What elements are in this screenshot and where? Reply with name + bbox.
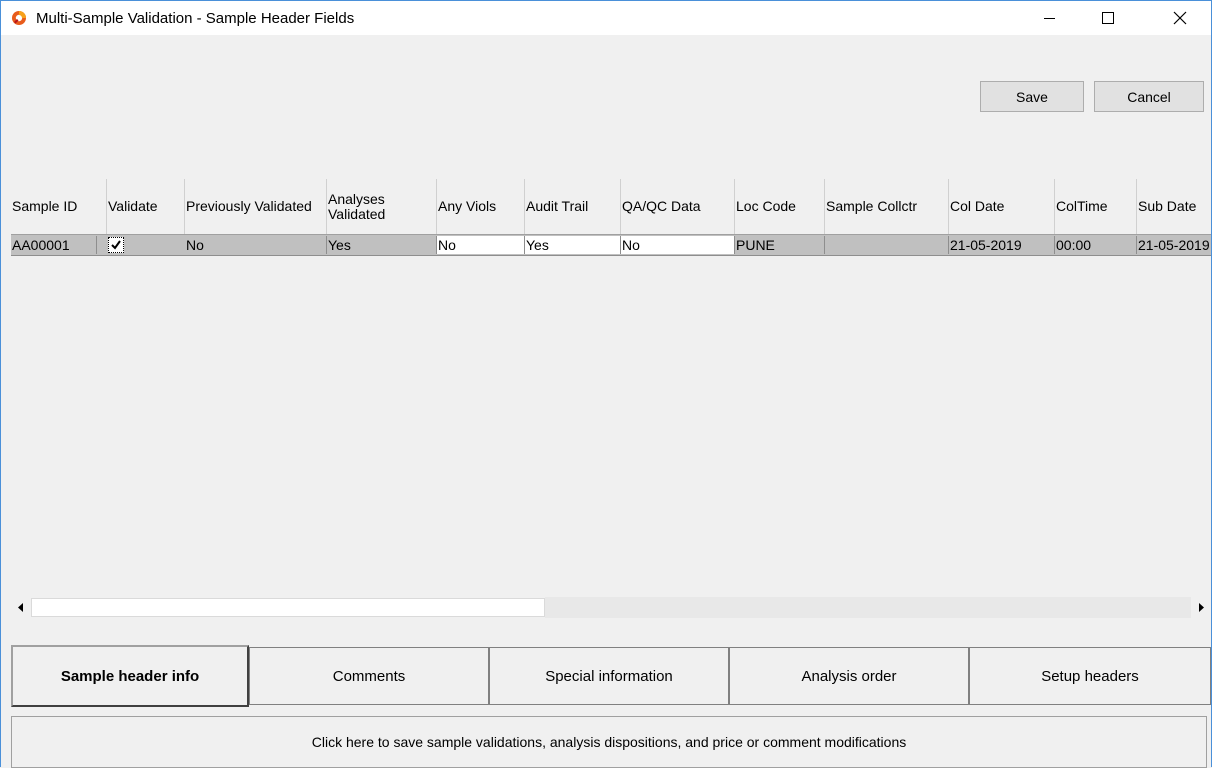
column-header-previously-validated[interactable]: Previously Validated bbox=[185, 179, 327, 234]
tab-special-information[interactable]: Special information bbox=[489, 647, 729, 705]
cell-analyses-validated[interactable]: Yes bbox=[327, 236, 437, 254]
scrollbar-thumb[interactable] bbox=[31, 598, 545, 617]
scroll-left-button[interactable] bbox=[11, 597, 31, 618]
column-header-qaqc-data[interactable]: QA/QC Data bbox=[621, 179, 735, 234]
column-header-sample-id[interactable]: Sample ID bbox=[11, 179, 107, 234]
column-header-analyses-validated[interactable]: Analyses Validated bbox=[327, 179, 437, 234]
column-header-sample-collctr[interactable]: Sample Collctr bbox=[825, 179, 949, 234]
column-header-col-time[interactable]: ColTime bbox=[1055, 179, 1137, 234]
sample-grid: Sample ID Validate Previously Validated … bbox=[11, 179, 1211, 597]
table-row[interactable]: AA00001 No Yes No Yes No PUNE 21-05-2019… bbox=[11, 235, 1211, 256]
tab-setup-headers[interactable]: Setup headers bbox=[969, 647, 1211, 705]
arrow-right-icon bbox=[1199, 603, 1204, 612]
scrollbar-track[interactable] bbox=[545, 597, 1191, 618]
cell-col-date[interactable]: 21-05-2019 bbox=[949, 236, 1055, 254]
cell-loc-code[interactable]: PUNE bbox=[735, 236, 825, 254]
column-header-col-date[interactable]: Col Date bbox=[949, 179, 1055, 234]
close-icon bbox=[1173, 11, 1187, 25]
minimize-icon bbox=[1044, 18, 1055, 19]
cell-audit-trail[interactable]: Yes bbox=[525, 236, 621, 254]
checkmark-icon bbox=[111, 240, 121, 250]
cell-any-viols[interactable]: No bbox=[437, 236, 525, 254]
tab-analysis-order[interactable]: Analysis order bbox=[729, 647, 969, 705]
save-validations-panel[interactable]: Click here to save sample validations, a… bbox=[11, 716, 1207, 768]
tab-sample-header-info[interactable]: Sample header info bbox=[11, 645, 249, 707]
column-header-loc-code[interactable]: Loc Code bbox=[735, 179, 825, 234]
cell-qaqc-data[interactable]: No bbox=[621, 236, 735, 254]
tab-bar: Sample header info Comments Special info… bbox=[11, 645, 1211, 707]
column-header-sub-date[interactable]: Sub Date bbox=[1137, 179, 1211, 234]
validate-checkbox[interactable] bbox=[108, 237, 124, 253]
close-button[interactable] bbox=[1157, 1, 1203, 35]
app-window: Multi-Sample Validation - Sample Header … bbox=[0, 0, 1212, 768]
maximize-button[interactable] bbox=[1085, 1, 1131, 35]
cell-sample-id[interactable]: AA00001 bbox=[11, 236, 97, 254]
column-header-any-viols[interactable]: Any Viols bbox=[437, 179, 525, 234]
arrow-left-icon bbox=[18, 603, 23, 612]
cell-col-time[interactable]: 00:00 bbox=[1055, 236, 1137, 254]
grid-header-row: Sample ID Validate Previously Validated … bbox=[11, 179, 1211, 235]
cancel-button[interactable]: Cancel bbox=[1094, 81, 1204, 112]
window-title: Multi-Sample Validation - Sample Header … bbox=[36, 10, 355, 27]
title-bar: Multi-Sample Validation - Sample Header … bbox=[1, 1, 1211, 35]
horizontal-scrollbar[interactable] bbox=[11, 597, 1211, 618]
cell-sub-date[interactable]: 21-05-2019 bbox=[1137, 236, 1211, 254]
minimize-button[interactable] bbox=[1027, 1, 1073, 35]
column-header-audit-trail[interactable]: Audit Trail bbox=[525, 179, 621, 234]
cell-sample-collctr[interactable] bbox=[825, 236, 949, 254]
app-logo-icon bbox=[11, 10, 27, 26]
scroll-right-button[interactable] bbox=[1191, 597, 1211, 618]
tab-comments[interactable]: Comments bbox=[249, 647, 489, 705]
cell-previously-validated[interactable]: No bbox=[185, 236, 327, 254]
maximize-icon bbox=[1102, 12, 1114, 24]
column-header-validate[interactable]: Validate bbox=[107, 179, 185, 234]
save-button[interactable]: Save bbox=[980, 81, 1084, 112]
